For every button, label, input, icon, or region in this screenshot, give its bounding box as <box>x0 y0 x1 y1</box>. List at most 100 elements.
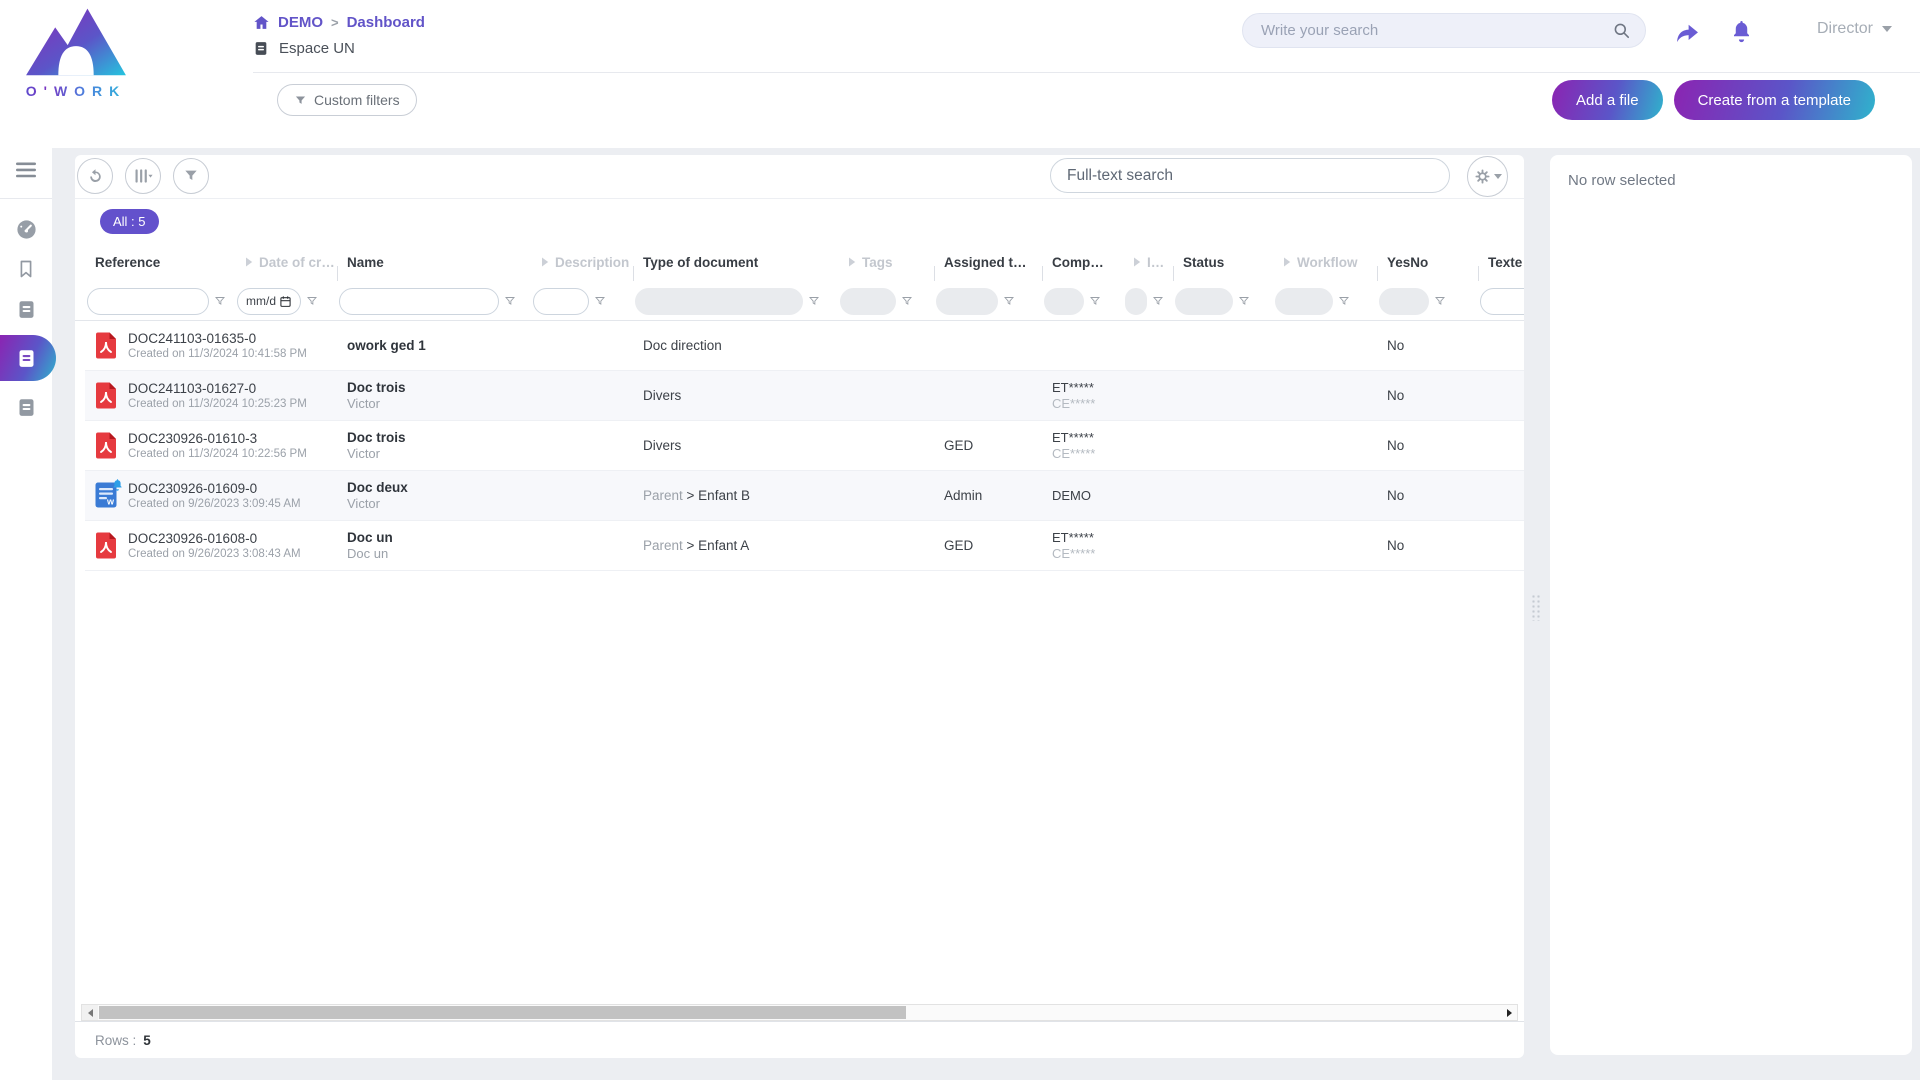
row-company-secondary: CE***** <box>1052 396 1123 411</box>
row-yesno: No <box>1387 438 1404 453</box>
sidebar-divider <box>0 198 52 199</box>
column-label: Comp… <box>1052 255 1104 270</box>
speedometer-icon <box>15 218 38 241</box>
app-logo[interactable]: O'WORK <box>16 6 136 99</box>
book-icon <box>16 397 37 418</box>
filter-input-name[interactable] <box>339 288 499 315</box>
details-panel: No row selected <box>1550 155 1912 1055</box>
fulltext-search[interactable] <box>1050 158 1450 193</box>
fulltext-search-input[interactable] <box>1067 167 1433 185</box>
cell-company: ET*****CE***** <box>1042 380 1123 411</box>
filter-input-description[interactable] <box>533 288 589 315</box>
cell-name: Doc deuxVictor <box>337 480 531 511</box>
column-filter-icon[interactable] <box>1238 295 1250 307</box>
column-filter-icon[interactable] <box>594 295 606 307</box>
table-row[interactable]: DOC230926-01610-3Created on 11/3/2024 10… <box>85 421 1524 471</box>
panel-resize-handle[interactable] <box>1531 594 1541 621</box>
refresh-button[interactable] <box>77 158 113 194</box>
home-icon[interactable] <box>253 14 270 31</box>
column-filter-icon[interactable] <box>1434 295 1446 307</box>
filter-funnel-icon <box>183 168 199 184</box>
sidebar-menu-toggle[interactable] <box>0 150 52 190</box>
row-company-primary: DEMO <box>1052 488 1123 503</box>
column-header-company[interactable]: Comp… <box>1042 255 1123 270</box>
date-placeholder: mm/d <box>246 294 276 308</box>
column-header-date[interactable]: Date of cr… <box>235 255 337 270</box>
sidebar-item-bookmarks[interactable] <box>0 249 52 289</box>
column-filter-icon[interactable] <box>1338 295 1350 307</box>
table-row[interactable]: DOC230926-01608-0Created on 9/26/2023 3:… <box>85 521 1524 571</box>
row-yesno: No <box>1387 338 1404 353</box>
filter-date-date[interactable]: mm/d <box>237 288 301 315</box>
column-filter-icon[interactable] <box>901 295 913 307</box>
sidebar-item-documents[interactable] <box>0 334 52 382</box>
filter-input-texte[interactable] <box>1480 288 1524 315</box>
create-from-template-button[interactable]: Create from a template <box>1674 80 1875 120</box>
logo-text: O'WORK <box>16 83 136 99</box>
cell-reference: DOC230926-01608-0Created on 9/26/2023 3:… <box>85 531 235 560</box>
sidebar-item-dashboard[interactable] <box>0 209 52 249</box>
chevron-down-icon <box>1882 26 1892 32</box>
row-company-primary: ET***** <box>1052 530 1123 545</box>
horizontal-scrollbar[interactable] <box>81 1004 1518 1021</box>
column-label: Status <box>1183 255 1224 270</box>
table-row[interactable]: DOC241103-01635-0Created on 11/3/2024 10… <box>85 321 1524 371</box>
row-subname: Victor <box>347 396 531 411</box>
table-row[interactable]: wDOC230926-01609-0Created on 9/26/2023 3… <box>85 471 1524 521</box>
column-filter-icon[interactable] <box>214 295 226 307</box>
add-file-button[interactable]: Add a file <box>1552 80 1663 120</box>
filter-cell-tags <box>838 288 934 315</box>
column-filter-icon[interactable] <box>1152 295 1164 307</box>
global-search[interactable] <box>1242 13 1646 48</box>
search-icon[interactable] <box>1612 21 1631 40</box>
notifications-button[interactable] <box>1726 16 1756 46</box>
table-row[interactable]: DOC241103-01627-0Created on 11/3/2024 10… <box>85 371 1524 421</box>
row-type: Divers <box>643 438 681 453</box>
notification-bell-badge-icon <box>111 478 124 492</box>
row-name: Doc deux <box>347 480 531 495</box>
column-header-yesno[interactable]: YesNo <box>1377 255 1478 270</box>
column-filter-icon[interactable] <box>1089 295 1101 307</box>
column-header-status[interactable]: Status <box>1173 255 1273 270</box>
column-header-tags[interactable]: Tags <box>838 255 934 270</box>
all-count-badge[interactable]: All : 5 <box>100 209 159 234</box>
sidebar-item-archive[interactable] <box>0 387 52 427</box>
scrollbar-left-arrow[interactable] <box>82 1005 98 1020</box>
row-type-parent: Parent <box>643 488 683 503</box>
cell-type: Parent > Enfant B <box>633 488 838 503</box>
table-header: ReferenceDate of cr…NameDescriptionType … <box>75 243 1524 281</box>
column-filter-icon[interactable] <box>306 295 318 307</box>
scrollbar-thumb[interactable] <box>99 1006 906 1019</box>
column-header-reference[interactable]: Reference <box>85 255 235 270</box>
space-label: Espace UN <box>279 40 355 57</box>
column-header-texte[interactable]: Texte <box>1478 255 1524 270</box>
column-header-assigned[interactable]: Assigned t… <box>934 255 1042 270</box>
bell-icon <box>1729 18 1754 45</box>
column-label: Texte <box>1488 255 1522 270</box>
column-filter-icon[interactable] <box>808 295 820 307</box>
filter-input-reference[interactable] <box>87 288 209 315</box>
breadcrumb-page[interactable]: Dashboard <box>347 14 425 31</box>
filter-button[interactable] <box>173 158 209 194</box>
column-header-type[interactable]: Type of document <box>633 255 838 270</box>
row-reference: DOC241103-01627-0 <box>128 381 307 396</box>
custom-filters-button[interactable]: Custom filters <box>277 84 417 116</box>
cell-name: Doc unDoc un <box>337 530 531 561</box>
breadcrumb-section[interactable]: DEMO <box>278 14 323 31</box>
column-header-workflow[interactable]: Workflow <box>1273 255 1377 270</box>
columns-button[interactable] <box>125 158 161 194</box>
custom-filters-label: Custom filters <box>314 92 400 108</box>
global-search-input[interactable] <box>1261 22 1612 39</box>
scrollbar-right-arrow[interactable] <box>1501 1005 1517 1020</box>
column-header-name[interactable]: Name <box>337 255 531 270</box>
column-filter-icon[interactable] <box>504 295 516 307</box>
scrollbar-track[interactable] <box>98 1005 1501 1020</box>
sidebar-item-library[interactable] <box>0 289 52 329</box>
user-menu[interactable]: Director <box>1817 20 1892 38</box>
row-reference: DOC230926-01609-0 <box>128 481 301 496</box>
table-settings-button[interactable] <box>1467 156 1508 197</box>
column-filter-icon[interactable] <box>1003 295 1015 307</box>
column-header-i[interactable]: I… <box>1123 255 1173 270</box>
share-button[interactable] <box>1672 18 1702 48</box>
column-header-description[interactable]: Description <box>531 255 633 270</box>
